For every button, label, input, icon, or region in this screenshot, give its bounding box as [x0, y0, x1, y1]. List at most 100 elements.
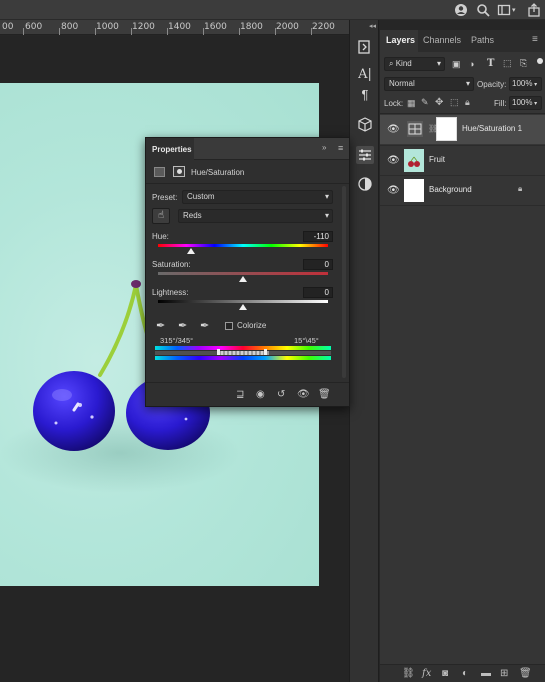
horizontal-ruler[interactable]: 00 600 800 1000 1200 1400 1600 1800 2000… [0, 20, 349, 35]
blend-mode-select[interactable]: Normal ▾ [384, 77, 474, 91]
visibility-eye-icon[interactable]: 👁︎ [387, 155, 400, 166]
properties-header[interactable]: Properties » ≡ [146, 138, 349, 160]
visibility-eye-icon[interactable]: 👁︎ [387, 124, 400, 135]
visibility-eye-icon[interactable]: 👁︎ [387, 185, 400, 196]
range-handle-left[interactable] [217, 349, 220, 355]
character-icon[interactable]: A| [356, 66, 374, 84]
new-layer-icon[interactable]: ⊞ [500, 668, 508, 679]
visibility-eye-icon[interactable]: 👁︎ [297, 389, 310, 400]
mask-icon[interactable]: ◙ [442, 668, 448, 679]
layer-row-hue-saturation[interactable]: 👁︎ ⛓︎ Hue/Saturation 1 [380, 115, 545, 144]
filter-smart-object-icon[interactable]: ⎘ [520, 58, 527, 69]
filter-toggle-icon[interactable] [537, 58, 543, 64]
hue-slider-thumb[interactable] [186, 248, 195, 254]
eyedropper-icon[interactable]: ✒︎ [156, 319, 165, 332]
collapse-icon[interactable]: » [322, 143, 326, 152]
blend-mode-label: Normal [389, 79, 415, 88]
channel-value: Reds [183, 211, 202, 220]
adjustment-type-icon [154, 167, 165, 177]
saturation-slider-thumb[interactable] [239, 276, 247, 282]
layers-panel: Layers Channels Paths ≡ ⌕ Kind ▾ ▣ ◑ T ⬚… [380, 30, 545, 682]
properties-scrollbar[interactable] [342, 186, 346, 378]
collapse-icon[interactable]: ◂◂ [369, 22, 376, 30]
lightness-label: Lightness: [152, 288, 189, 297]
layer-mask-icon[interactable] [173, 166, 185, 177]
styles-icon[interactable] [356, 175, 374, 193]
hue-field[interactable]: -110 [303, 231, 333, 242]
3d-icon[interactable] [356, 116, 374, 134]
trash-icon[interactable]: 🗑︎ [318, 389, 331, 400]
lock-all-icon[interactable]: 🔒︎ [465, 97, 470, 108]
trash-icon[interactable]: 🗑︎ [519, 668, 532, 679]
saturation-slider-track[interactable] [158, 272, 328, 275]
tab-paths[interactable]: Paths [471, 35, 494, 45]
eyedropper-plus-icon[interactable]: ✒︎ [178, 319, 187, 332]
colorize-checkbox[interactable] [225, 322, 233, 330]
view-previous-icon[interactable]: ◉ [256, 389, 265, 400]
opacity-label: Opacity: [477, 80, 507, 89]
tab-channels[interactable]: Channels [423, 35, 461, 45]
lock-artboard-icon[interactable]: ⬚ [450, 97, 459, 108]
clip-to-layer-icon[interactable]: ⊒ [236, 389, 244, 400]
eyedropper-minus-icon[interactable]: ✒︎ [200, 319, 209, 332]
opacity-field[interactable]: 100% ▾ [509, 77, 542, 91]
panel-icon-strip: ◂◂ A| ¶ [349, 20, 379, 682]
ruler-label: 1000 [96, 22, 119, 32]
layer-row-background[interactable]: 👁︎ Background 🔒︎ [380, 175, 545, 204]
lightness-slider-track[interactable] [158, 300, 328, 303]
history-icon[interactable] [356, 38, 374, 56]
ruler-label: 1200 [132, 22, 155, 32]
search-icon[interactable] [476, 3, 490, 17]
filter-adjustment-icon[interactable]: ◑ [469, 59, 474, 69]
lock-image-icon[interactable]: ✎ [421, 97, 429, 108]
on-image-adjust-icon[interactable]: ☝︎ [152, 208, 170, 224]
lightness-slider-thumb[interactable] [239, 304, 247, 310]
channel-select[interactable]: Reds ▾ [178, 209, 333, 223]
filter-kind-select[interactable]: ⌕ Kind ▾ [384, 57, 445, 71]
ruler-label: 1400 [168, 22, 191, 32]
saturation-label: Saturation: [152, 260, 191, 269]
adjustment-name: Hue/Saturation [191, 168, 245, 177]
workspace-icon[interactable] [497, 3, 511, 17]
search-icon: ⌕ [389, 59, 394, 68]
range-handle-right[interactable] [264, 349, 267, 355]
ruler-label: 800 [61, 22, 79, 32]
chevron-down-icon[interactable]: ▾ [512, 6, 516, 14]
fill-label: Fill: [494, 99, 507, 108]
range-slider-track[interactable] [155, 351, 331, 355]
adjustments-icon[interactable] [356, 146, 374, 164]
chevron-down-icon: ▾ [324, 211, 329, 220]
reset-icon[interactable]: ↺ [277, 389, 285, 400]
preset-select[interactable]: Custom ▾ [182, 190, 333, 204]
share-icon[interactable] [527, 3, 541, 17]
lock-position-icon[interactable]: ✥ [435, 97, 443, 108]
photoshop-window: ▾ 00 600 800 1000 1200 1400 1600 1800 20… [0, 0, 545, 682]
filter-shape-icon[interactable]: ⬚ [503, 58, 512, 69]
opacity-value: 100% [512, 79, 533, 88]
filter-pixel-icon[interactable]: ▣ [452, 59, 461, 70]
layer-mask-thumbnail[interactable] [436, 117, 457, 141]
user-icon[interactable] [454, 3, 468, 17]
adjustment-layer-icon [407, 121, 423, 137]
saturation-field[interactable]: 0 [303, 259, 333, 270]
hue-slider-track[interactable] [158, 244, 328, 247]
lock-transparent-icon[interactable]: ▦ [407, 98, 416, 109]
lightness-field[interactable]: 0 [303, 287, 333, 298]
filter-type-icon[interactable]: T [487, 58, 494, 69]
paragraph-icon[interactable]: ¶ [356, 86, 374, 104]
range-selection[interactable] [219, 351, 269, 355]
lock-label: Lock: [384, 99, 404, 108]
tab-layers[interactable]: Layers [386, 35, 415, 45]
fill-field[interactable]: 100% ▾ [509, 96, 542, 110]
group-icon[interactable]: ▬ [481, 668, 491, 679]
hue-label: Hue: [152, 232, 169, 241]
fill-value: 100% [512, 98, 533, 107]
adjustment-icon[interactable]: ◐ [462, 668, 468, 679]
layer-row-fruit[interactable]: 👁︎ Fruit [380, 145, 545, 174]
panel-menu-icon[interactable]: ≡ [532, 34, 538, 45]
fx-icon[interactable]: fx [422, 668, 431, 679]
ruler-label: 2200 [312, 22, 335, 32]
link-icon[interactable]: ⛓︎ [402, 668, 415, 679]
panel-menu-icon[interactable]: ≡ [338, 143, 343, 153]
range-left-label: 315°/345° [160, 336, 194, 345]
